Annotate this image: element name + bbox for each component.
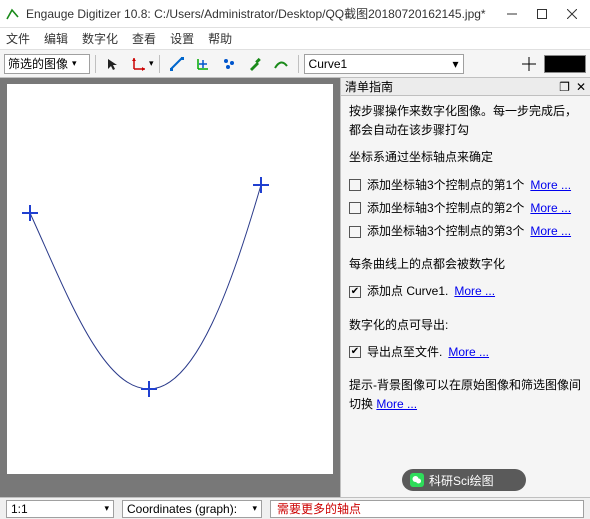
menu-digitize[interactable]: 数字化 [82, 30, 118, 47]
status-message: 需要更多的轴点 [270, 500, 584, 518]
axis-check-1: 添加坐标轴3个控制点的第1个 More ... [349, 176, 582, 195]
color-swatch[interactable] [544, 55, 586, 73]
checkbox-checked-icon: ✔ [349, 346, 361, 358]
minimize-button[interactable] [506, 8, 518, 20]
coord-mode-combo[interactable]: Coordinates (graph):▾ [122, 500, 262, 518]
canvas-pane [0, 78, 340, 497]
more-link[interactable]: More ... [530, 176, 571, 195]
panel-close-button[interactable]: ✕ [576, 80, 586, 94]
export-check: ✔ 导出点至文件. More ... [349, 343, 582, 362]
close-button[interactable] [566, 8, 578, 20]
checkbox-icon [349, 226, 361, 238]
toolbar: 筛选的图像▾ ▾ Curve1▾ [0, 50, 590, 78]
curve-path [7, 84, 333, 474]
checklist-intro: 按步骤操作来数字化图像。每一步完成后，都会自动在该步骤打勾 [349, 102, 582, 140]
coord-label: Coordinates (graph): [127, 502, 237, 516]
axis-check-2: 添加坐标轴3个控制点的第2个 More ... [349, 199, 582, 218]
segment-fill-tool[interactable] [269, 53, 293, 75]
export-section-head: 数字化的点可导出: [349, 316, 582, 335]
window-title: Engauge Digitizer 10.8: C:/Users/Adminis… [26, 5, 506, 22]
menu-file[interactable]: 文件 [6, 30, 30, 47]
zoom-combo[interactable]: 1:1▾ [6, 500, 114, 518]
menu-settings[interactable]: 设置 [170, 30, 194, 47]
checkbox-checked-icon: ✔ [349, 286, 361, 298]
panel-float-button[interactable]: ❐ [559, 80, 570, 94]
app-icon [6, 7, 20, 21]
hint-text: 提示-背景图像可以在原始图像和筛选图像间切换 More ... [349, 376, 582, 414]
watermark: 科研Sci绘图 [402, 469, 526, 491]
menu-edit[interactable]: 编辑 [44, 30, 68, 47]
curve-combo[interactable]: Curve1▾ [304, 54, 464, 74]
status-bar: 1:1▾ Coordinates (graph):▾ 需要更多的轴点 [0, 497, 590, 519]
axis-point-tool[interactable] [127, 53, 151, 75]
color-picker-tool[interactable] [243, 53, 267, 75]
wechat-icon [410, 473, 424, 487]
point-match-tool[interactable] [217, 53, 241, 75]
graph-canvas[interactable] [7, 84, 333, 474]
zoom-value: 1:1 [11, 502, 28, 516]
more-link[interactable]: More ... [530, 199, 571, 218]
checklist-header: 清单指南 ❐ ✕ [341, 78, 590, 96]
menu-bar: 文件 编辑 数字化 查看 设置 帮助 [0, 28, 590, 50]
menu-view[interactable]: 查看 [132, 30, 156, 47]
watermark-text: 科研Sci绘图 [429, 472, 494, 489]
crosshair-overlay-icon[interactable] [517, 53, 541, 75]
menu-help[interactable]: 帮助 [208, 30, 232, 47]
curve-section-head: 每条曲线上的点都会被数字化 [349, 255, 582, 274]
axis-check-3: 添加坐标轴3个控制点的第3个 More ... [349, 222, 582, 241]
maximize-button[interactable] [536, 8, 548, 20]
checkbox-icon [349, 179, 361, 191]
background-combo-value: 筛选的图像 [8, 55, 68, 72]
more-link[interactable]: More ... [454, 282, 495, 301]
select-tool[interactable] [101, 53, 125, 75]
curve-point-tool[interactable] [191, 53, 215, 75]
more-link[interactable]: More ... [448, 343, 489, 362]
background-combo[interactable]: 筛选的图像▾ [4, 54, 90, 74]
checklist-title: 清单指南 [345, 78, 393, 95]
more-link[interactable]: More ... [530, 222, 571, 241]
more-link[interactable]: More ... [376, 397, 417, 411]
curve-check: ✔ 添加点 Curve1. More ... [349, 282, 582, 301]
axis-section-head: 坐标系通过坐标轴点来确定 [349, 148, 582, 167]
curve-combo-value: Curve1 [309, 57, 348, 71]
title-bar: Engauge Digitizer 10.8: C:/Users/Adminis… [0, 0, 590, 28]
scale-bar-tool[interactable] [165, 53, 189, 75]
checkbox-icon [349, 202, 361, 214]
checklist-panel: 清单指南 ❐ ✕ 按步骤操作来数字化图像。每一步完成后，都会自动在该步骤打勾 坐… [340, 78, 590, 497]
